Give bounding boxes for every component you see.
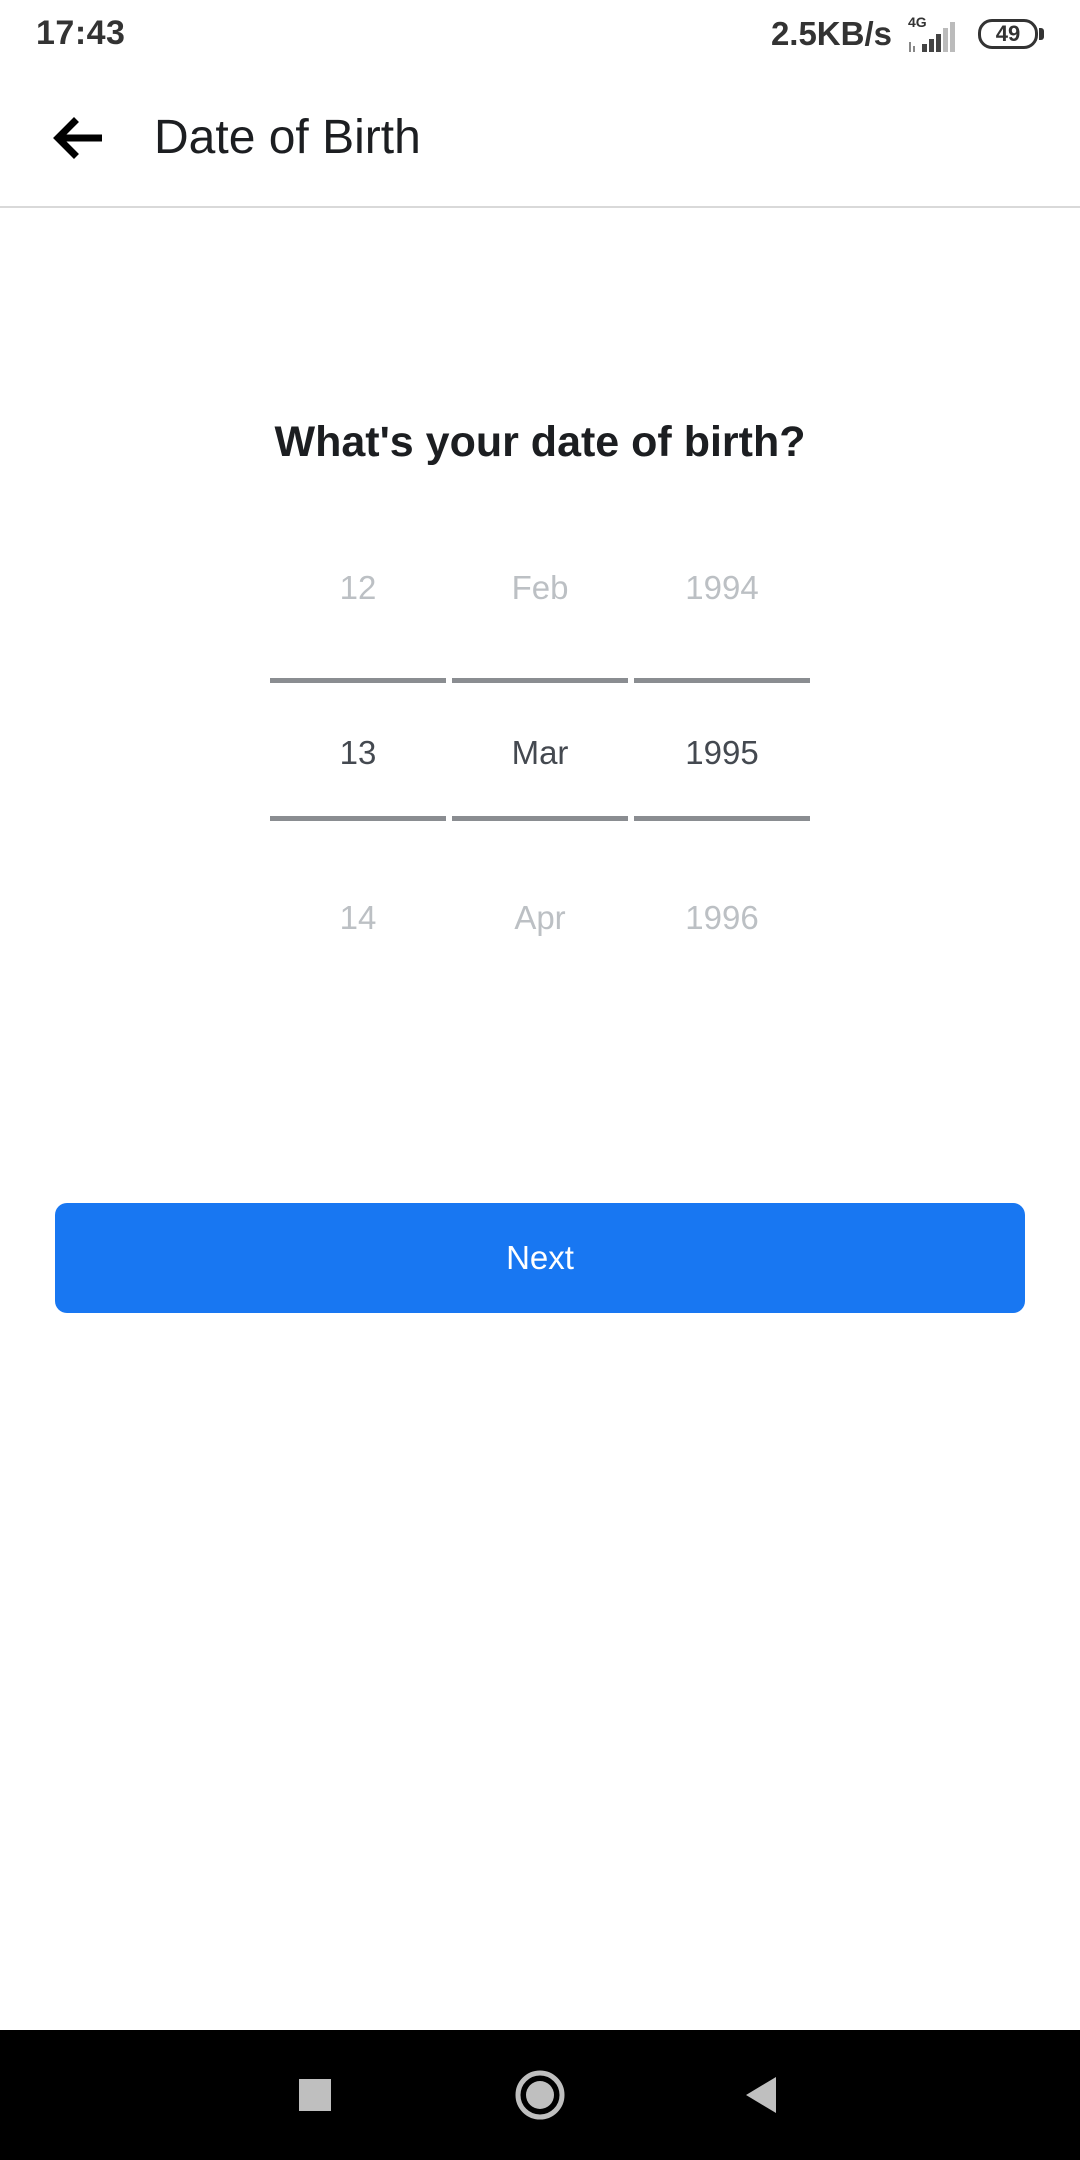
month-next[interactable]: Apr bbox=[452, 896, 628, 940]
month-wheel[interactable]: Feb Mar Apr bbox=[452, 540, 628, 960]
nav-back-button[interactable] bbox=[725, 2060, 795, 2130]
day-selected[interactable]: 13 bbox=[270, 731, 446, 775]
month-selected[interactable]: Mar bbox=[452, 731, 628, 775]
status-time: 17:43 bbox=[36, 14, 126, 52]
year-prev[interactable]: 1994 bbox=[634, 566, 810, 610]
date-picker[interactable]: 12 13 14 Feb Mar Apr 1994 1995 1996 bbox=[270, 540, 810, 960]
battery-icon: 49 bbox=[978, 19, 1044, 49]
year-divider-bottom bbox=[634, 816, 810, 821]
month-divider-top bbox=[452, 678, 628, 683]
day-next[interactable]: 14 bbox=[270, 896, 446, 940]
signal-icon: 4G bbox=[906, 14, 962, 54]
network-speed: 2.5KB/s bbox=[770, 15, 892, 52]
home-button[interactable] bbox=[505, 2060, 575, 2130]
app-bar: Date of Birth bbox=[0, 66, 1080, 208]
triangle-back-icon bbox=[746, 2077, 776, 2113]
next-button[interactable]: Next bbox=[55, 1203, 1025, 1313]
year-divider-top bbox=[634, 678, 810, 683]
page-title: Date of Birth bbox=[154, 111, 421, 164]
day-prev[interactable]: 12 bbox=[270, 566, 446, 610]
year-wheel[interactable]: 1994 1995 1996 bbox=[634, 540, 810, 960]
battery-level: 49 bbox=[978, 19, 1038, 49]
month-prev[interactable]: Feb bbox=[452, 566, 628, 610]
year-selected[interactable]: 1995 bbox=[634, 731, 810, 775]
year-next[interactable]: 1996 bbox=[634, 896, 810, 940]
back-button[interactable] bbox=[40, 106, 112, 170]
circle-icon bbox=[515, 2070, 565, 2120]
question-heading: What's your date of birth? bbox=[274, 418, 806, 466]
square-icon bbox=[299, 2079, 331, 2111]
recents-button[interactable] bbox=[280, 2060, 350, 2130]
day-divider-top bbox=[270, 678, 446, 683]
day-wheel[interactable]: 12 13 14 bbox=[270, 540, 446, 960]
status-indicators: 2.5KB/s 4G 49 bbox=[771, 12, 1044, 56]
day-divider-bottom bbox=[270, 816, 446, 821]
system-nav-bar bbox=[0, 2030, 1080, 2160]
status-bar: 17:43 2.5KB/s 4G 49 bbox=[0, 0, 1080, 66]
arrow-left-icon bbox=[53, 117, 102, 159]
month-divider-bottom bbox=[452, 816, 628, 821]
